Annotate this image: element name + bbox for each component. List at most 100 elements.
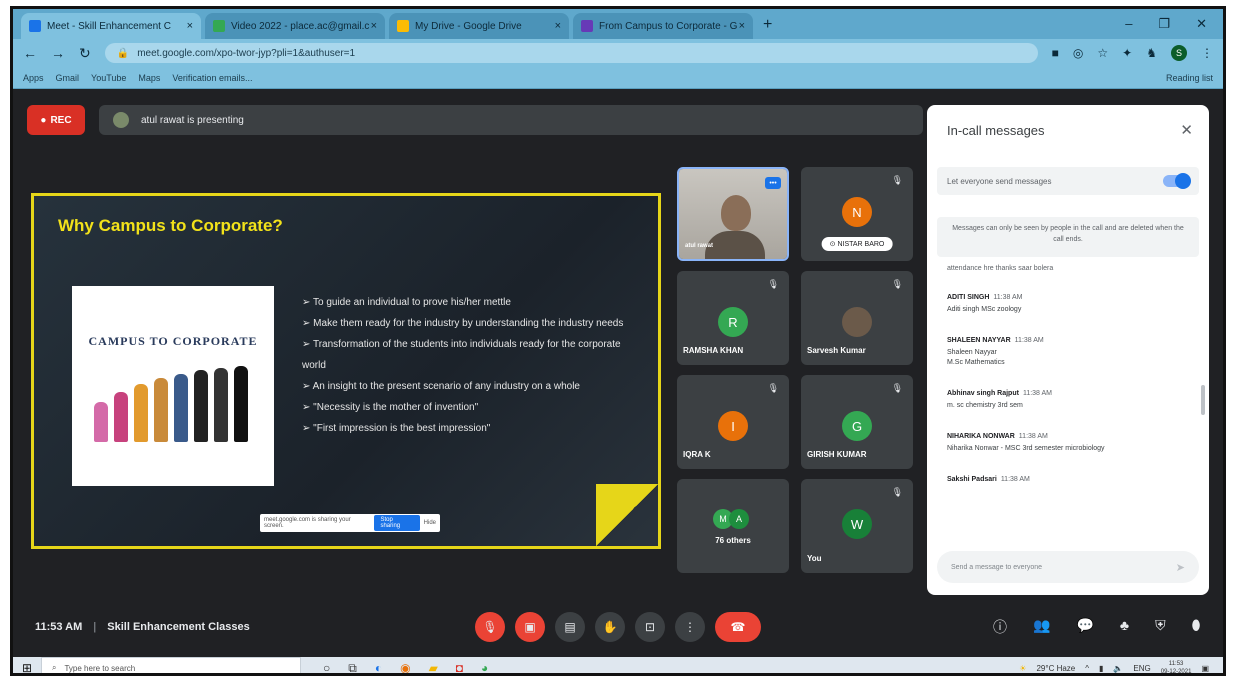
- participant-tile-ramsha[interactable]: 🎙 R RAMSHA KHAN: [677, 271, 789, 365]
- participant-name: atul rawat: [685, 243, 714, 249]
- message-text: m. sc chemistry 3rd sem: [947, 402, 1023, 409]
- side-controls: ⓘ 👥 💬 ♣ ⛨ ⬮: [993, 617, 1200, 637]
- stop-sharing-button[interactable]: Stop sharing: [374, 515, 420, 531]
- people-icon[interactable]: 👥: [1033, 617, 1050, 637]
- participant-avatar: W: [842, 509, 872, 539]
- close-icon[interactable]: ×: [187, 20, 193, 32]
- extension-icon[interactable]: ✦: [1122, 46, 1132, 60]
- close-icon[interactable]: ×: [555, 20, 561, 32]
- url-field[interactable]: 🔒 meet.google.com/xpo-twor-jyp?pli=1&aut…: [104, 43, 1038, 63]
- camera-indicator-icon[interactable]: ■: [1052, 46, 1059, 60]
- others-count: 76 others: [715, 536, 751, 545]
- tab-forms[interactable]: From Campus to Corporate - G ×: [573, 13, 753, 39]
- participant-tile-you[interactable]: 🎙 W You: [801, 479, 913, 573]
- clock-date: 09-12-2021: [1160, 669, 1192, 675]
- minimize-icon[interactable]: –: [1125, 16, 1132, 32]
- tab-label: Video 2022 - place.ac@gmail.c: [231, 20, 370, 32]
- chrome-icon[interactable]: ◕: [481, 661, 488, 674]
- participant-tile-nistar[interactable]: 🎙 N ⊙ NISTAR BARO: [801, 167, 913, 261]
- message-item: Sakshi Padsari 11:38 AM: [947, 476, 1191, 483]
- more-options-button[interactable]: ⋮: [675, 612, 705, 642]
- puzzle-icon[interactable]: ♞: [1146, 46, 1157, 60]
- kebab-menu-icon[interactable]: ⋮: [1201, 46, 1213, 60]
- profile-avatar[interactable]: S: [1171, 45, 1187, 61]
- new-tab-button[interactable]: +: [763, 16, 772, 34]
- edge-icon[interactable]: ◐: [375, 661, 382, 674]
- slide-bullet: Make them ready for the industry by unde…: [302, 313, 632, 334]
- bookmark-apps[interactable]: Apps: [23, 73, 44, 83]
- participant-tile-girish[interactable]: 🎙 G GIRISH KUMAR: [801, 375, 913, 469]
- messages-scrollbar[interactable]: [1201, 385, 1205, 415]
- volume-icon[interactable]: 🔈: [1113, 664, 1123, 673]
- weather-text[interactable]: 29°C Haze: [1036, 664, 1075, 673]
- mic-off-icon: 🎙: [767, 383, 779, 393]
- bookmark-gmail[interactable]: Gmail: [56, 73, 80, 83]
- close-window-icon[interactable]: ✕: [1196, 16, 1207, 32]
- windows-start-icon[interactable]: ⊞: [13, 661, 41, 673]
- leave-call-button[interactable]: ☎: [715, 612, 761, 642]
- tray-chevron-icon[interactable]: ^: [1085, 664, 1089, 673]
- forward-icon[interactable]: →: [51, 45, 65, 61]
- send-icon[interactable]: ➤: [1176, 561, 1185, 574]
- close-icon[interactable]: ×: [371, 20, 377, 32]
- raise-hand-button[interactable]: ✋: [595, 612, 625, 642]
- host-controls-icon[interactable]: ⛨: [1155, 617, 1166, 637]
- chat-icon[interactable]: 💬: [1076, 617, 1093, 637]
- participant-tile-others[interactable]: M A 76 others: [677, 479, 789, 573]
- tab-video[interactable]: Video 2022 - place.ac@gmail.c ×: [205, 13, 385, 39]
- message-time: 11:38 AM: [1014, 337, 1044, 344]
- bookmark-maps[interactable]: Maps: [138, 73, 160, 83]
- slide-bullet: "First impression is the best impression…: [302, 418, 632, 439]
- presenting-banner: atul rawat is presenting: [99, 105, 923, 135]
- cortana-icon[interactable]: ○: [323, 661, 330, 674]
- tab-label: My Drive - Google Drive: [415, 20, 522, 32]
- message-input[interactable]: Send a message to everyone ➤: [937, 551, 1199, 583]
- file-explorer-icon[interactable]: ▰: [429, 661, 438, 674]
- lock-icon: 🔒: [116, 47, 130, 59]
- cast-icon[interactable]: ◎: [1073, 46, 1083, 60]
- present-button[interactable]: ⊡: [635, 612, 665, 642]
- captions-button[interactable]: ▤: [555, 612, 585, 642]
- mic-toggle-button[interactable]: 🎙: [475, 612, 505, 642]
- taskbar-search[interactable]: ⌕ Type here to search: [41, 657, 301, 673]
- app-icon[interactable]: ◉: [400, 661, 410, 674]
- lang-indicator[interactable]: ENG: [1133, 664, 1150, 673]
- recording-badge[interactable]: ● REC: [27, 105, 85, 135]
- store-icon[interactable]: ◘: [456, 661, 463, 674]
- back-icon[interactable]: ←: [23, 45, 37, 61]
- let-everyone-send-toggle[interactable]: [1163, 173, 1191, 189]
- tab-drive[interactable]: My Drive - Google Drive ×: [389, 13, 569, 39]
- task-view-icon[interactable]: ⧉: [348, 661, 357, 674]
- participant-name: Sarvesh Kumar: [807, 346, 866, 355]
- reload-icon[interactable]: ↻: [79, 45, 91, 62]
- activities-icon[interactable]: ♣: [1120, 617, 1129, 637]
- tab-meet[interactable]: Meet - Skill Enhancement C ×: [21, 13, 201, 39]
- hide-share-bar-button[interactable]: Hide: [424, 520, 436, 526]
- window-controls: – ❐ ✕: [1125, 16, 1223, 32]
- star-icon[interactable]: ☆: [1097, 46, 1108, 60]
- close-icon[interactable]: ×: [739, 20, 745, 32]
- participant-tile-atul[interactable]: ••• atul rawat: [677, 167, 789, 261]
- taskbar-clock[interactable]: 11:53 09-12-2021: [1160, 660, 1192, 675]
- bookmark-verification[interactable]: Verification emails...: [172, 73, 252, 83]
- participant-tile-iqra[interactable]: 🎙 I IQRA K: [677, 375, 789, 469]
- bookmark-youtube[interactable]: YouTube: [91, 73, 126, 83]
- meet-favicon-icon: [29, 20, 41, 32]
- message-time: 11:38 AM: [1000, 476, 1030, 483]
- network-icon[interactable]: ▮: [1099, 664, 1103, 673]
- clipped-message: attendance hre thanks saar bolera: [947, 265, 1054, 272]
- slide-corner-decoration: [596, 484, 658, 546]
- participant-avatar: G: [842, 411, 872, 441]
- camera-toggle-button[interactable]: ▣: [515, 612, 545, 642]
- close-icon[interactable]: ✕: [1180, 121, 1193, 139]
- more-vert-icon: ⋮: [684, 620, 696, 634]
- notifications-icon[interactable]: ▣: [1201, 664, 1209, 673]
- recording-indicator-icon[interactable]: ⬮: [1192, 617, 1201, 637]
- participant-tile-sarvesh[interactable]: 🎙 Sarvesh Kumar: [801, 271, 913, 365]
- reading-list-button[interactable]: Reading list: [1166, 73, 1213, 83]
- slide-bullet: To guide an individual to prove his/her …: [302, 292, 632, 313]
- info-icon[interactable]: ⓘ: [993, 617, 1007, 637]
- message-sender: NIHARIKA NONWAR: [947, 433, 1015, 440]
- message-sender: Abhinav singh Rajput: [947, 390, 1019, 397]
- maximize-icon[interactable]: ❐: [1158, 16, 1170, 32]
